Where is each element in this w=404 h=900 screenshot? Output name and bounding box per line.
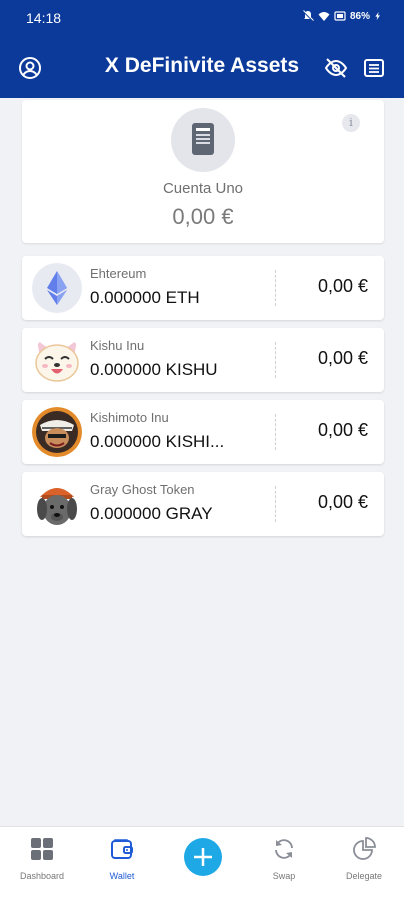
swap-icon <box>275 839 293 859</box>
wifi-icon <box>318 12 330 21</box>
token-balance: 0.000000 ETH <box>90 288 200 307</box>
charging-icon <box>375 12 380 20</box>
token-balance: 0.000000 KISHU <box>90 360 218 379</box>
add-button[interactable] <box>184 838 222 876</box>
mute-icon <box>302 10 314 22</box>
nav-wallet[interactable]: Wallet <box>82 837 162 881</box>
dashboard-icon <box>31 838 53 860</box>
status-time: 14:18 <box>26 10 62 26</box>
token-row-kishimoto[interactable]: Kishimoto Inu 0.000000 KISHI... 0,00 € <box>22 400 384 464</box>
account-card[interactable]: i Cuenta Uno 0,00 € <box>22 100 384 243</box>
kishimoto-samurai-logo <box>32 407 82 457</box>
hide-balance-icon[interactable] <box>324 56 348 80</box>
nav-label: Dashboard <box>19 871 65 881</box>
plus-icon <box>194 848 212 866</box>
nav-delegate[interactable]: Delegate <box>324 837 404 881</box>
pie-chart-icon <box>353 837 376 860</box>
token-row-ethereum[interactable]: Ehtereum 0.000000 ETH 0,00 € <box>22 256 384 320</box>
token-value: 0,00 € <box>317 492 368 512</box>
battery-level: 86% <box>349 10 370 22</box>
battery-saver-icon <box>334 11 346 21</box>
token-balance: 0.000000 GRAY <box>90 504 213 523</box>
system-icons: 86% <box>302 10 382 22</box>
bottom-nav: Dashboard Wallet Swap Delegate <box>0 826 404 900</box>
token-name: Kishimoto Inu <box>90 410 169 425</box>
token-balance: 0.000000 KISHI... <box>90 432 225 451</box>
wallet-card-icon <box>192 123 214 155</box>
divider <box>275 342 276 378</box>
token-value: 0,00 € <box>317 420 368 440</box>
divider <box>275 414 276 450</box>
nav-label: Swap <box>272 871 296 881</box>
token-list: Ehtereum 0.000000 ETH 0,00 € Kishu Inu 0… <box>22 256 384 544</box>
wallet-icon <box>111 839 133 859</box>
token-row-kishu[interactable]: Kishu Inu 0.000000 KISHU 0,00 € <box>22 328 384 392</box>
account-value: 0,00 € <box>172 204 234 229</box>
divider <box>275 486 276 522</box>
nav-swap[interactable]: Swap <box>244 837 324 881</box>
token-value: 0,00 € <box>317 348 368 368</box>
divider <box>275 270 276 306</box>
nav-label: Wallet <box>109 871 135 881</box>
token-name: Ehtereum <box>90 266 147 281</box>
kishu-dog-logo <box>32 335 82 385</box>
account-avatar <box>171 108 235 172</box>
app-bar: X DeFinivite Assets <box>0 36 404 98</box>
token-value: 0,00 € <box>317 276 368 296</box>
account-name: Cuenta Uno <box>162 180 244 197</box>
nav-label: Delegate <box>345 871 383 881</box>
token-name: Gray Ghost Token <box>90 482 195 497</box>
gray-ghost-dog-logo <box>32 479 82 529</box>
token-row-gray-ghost[interactable]: Gray Ghost Token 0.000000 GRAY 0,00 € <box>22 472 384 536</box>
ethereum-logo <box>32 263 82 313</box>
info-icon[interactable]: i <box>342 114 360 132</box>
token-name: Kishu Inu <box>90 338 145 353</box>
status-bar: 14:18 86% <box>0 0 404 36</box>
list-menu-icon[interactable] <box>362 56 386 80</box>
nav-dashboard[interactable]: Dashboard <box>2 837 82 881</box>
